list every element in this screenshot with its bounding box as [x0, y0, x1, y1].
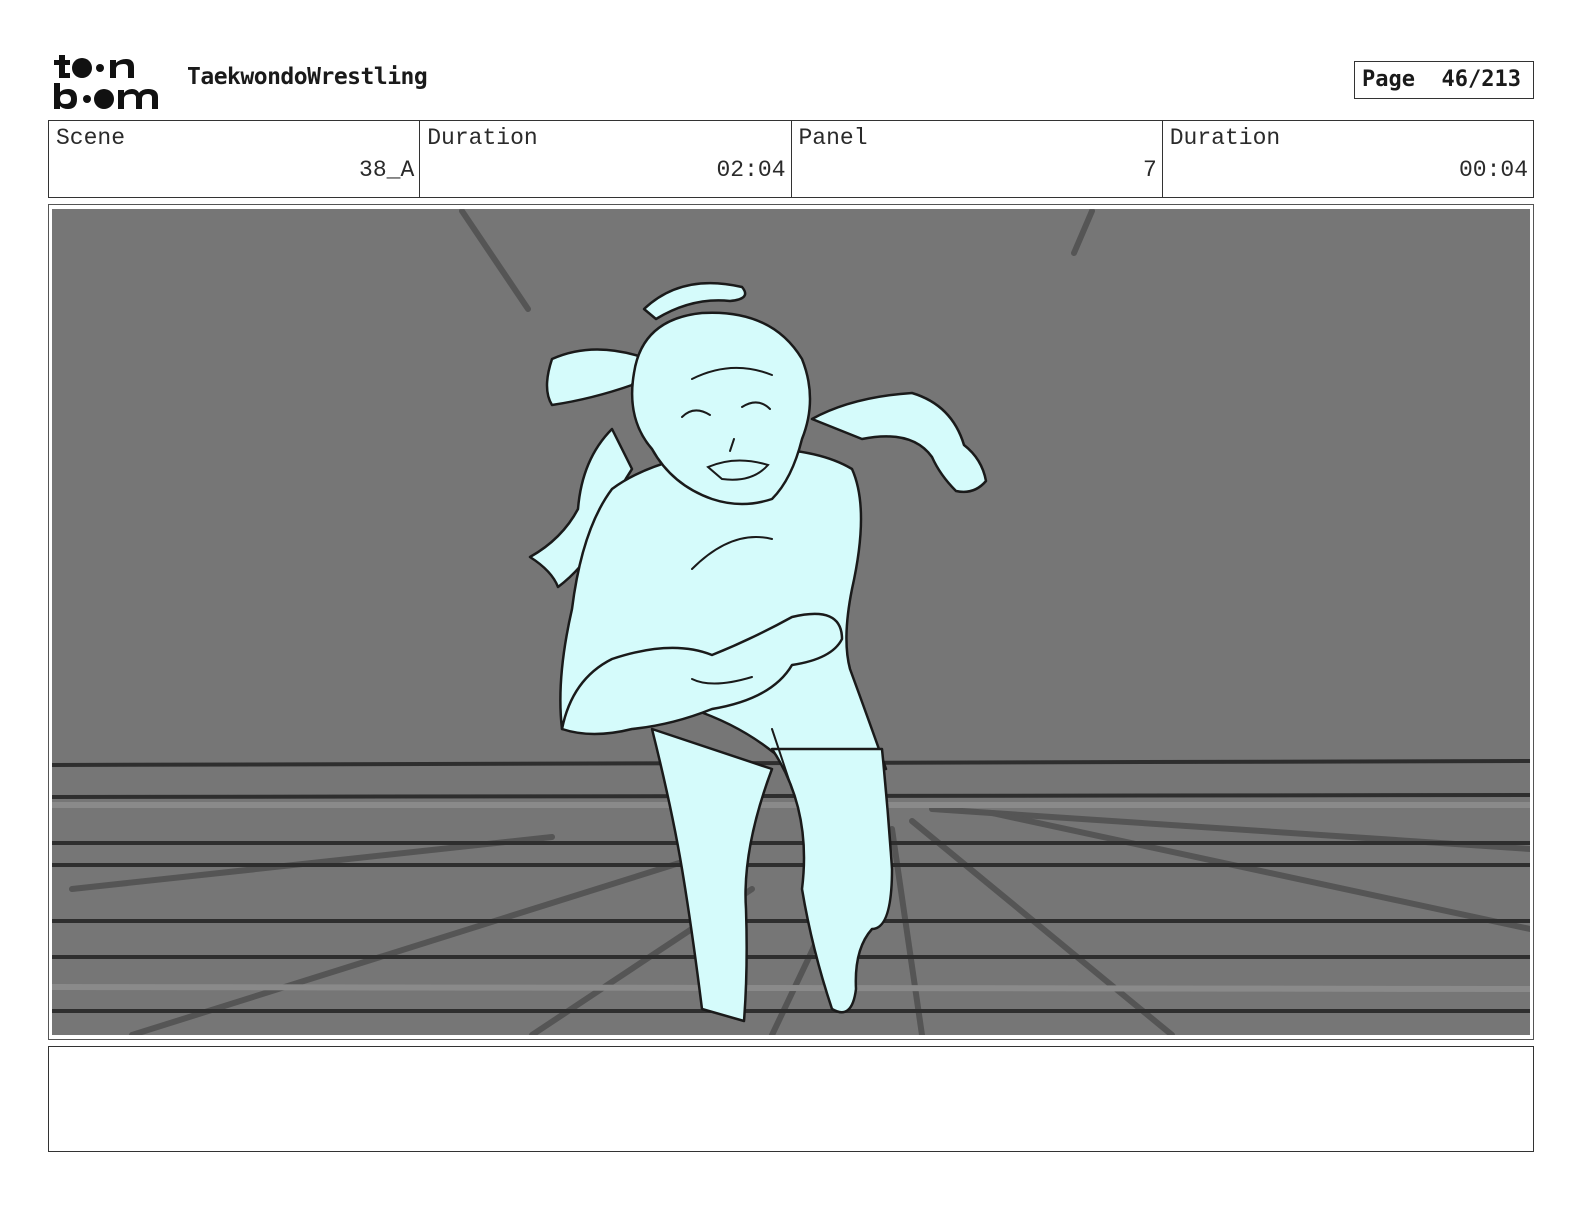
panel-duration-value: 00:04 [1458, 157, 1528, 183]
scene-duration-cell: Duration 02:04 [420, 121, 792, 197]
scene-value: 38_A [359, 157, 415, 183]
scene-label: Scene [56, 125, 126, 151]
panel-cell: Panel 7 [792, 121, 1163, 197]
panel-value: 7 [1142, 157, 1157, 183]
panel-label: Panel [798, 125, 868, 151]
panel-duration-label: Duration [1169, 125, 1281, 151]
storyboard-drawing [52, 209, 1530, 1035]
storyboard-panel-frame [48, 204, 1534, 1040]
scene-duration-label: Duration [427, 125, 538, 151]
panel-notes-box [48, 1046, 1534, 1152]
scene-info-bar: Scene 38_A Duration 02:04 Panel 7 Durati… [48, 120, 1534, 198]
page-label: Page [1362, 67, 1415, 92]
page-number: 46/213 [1441, 67, 1521, 92]
page-indicator: Page 46/213 [1354, 61, 1534, 99]
scene-duration-value: 02:04 [716, 157, 786, 183]
toonboom-logo-mark [54, 55, 158, 109]
storyboard-panel-image [52, 209, 1530, 1035]
toonboom-logo [52, 52, 164, 112]
panel-duration-cell: Duration 00:04 [1163, 121, 1533, 197]
scene-cell: Scene 38_A [49, 121, 421, 197]
project-title: TaekwondoWrestling [187, 64, 428, 90]
